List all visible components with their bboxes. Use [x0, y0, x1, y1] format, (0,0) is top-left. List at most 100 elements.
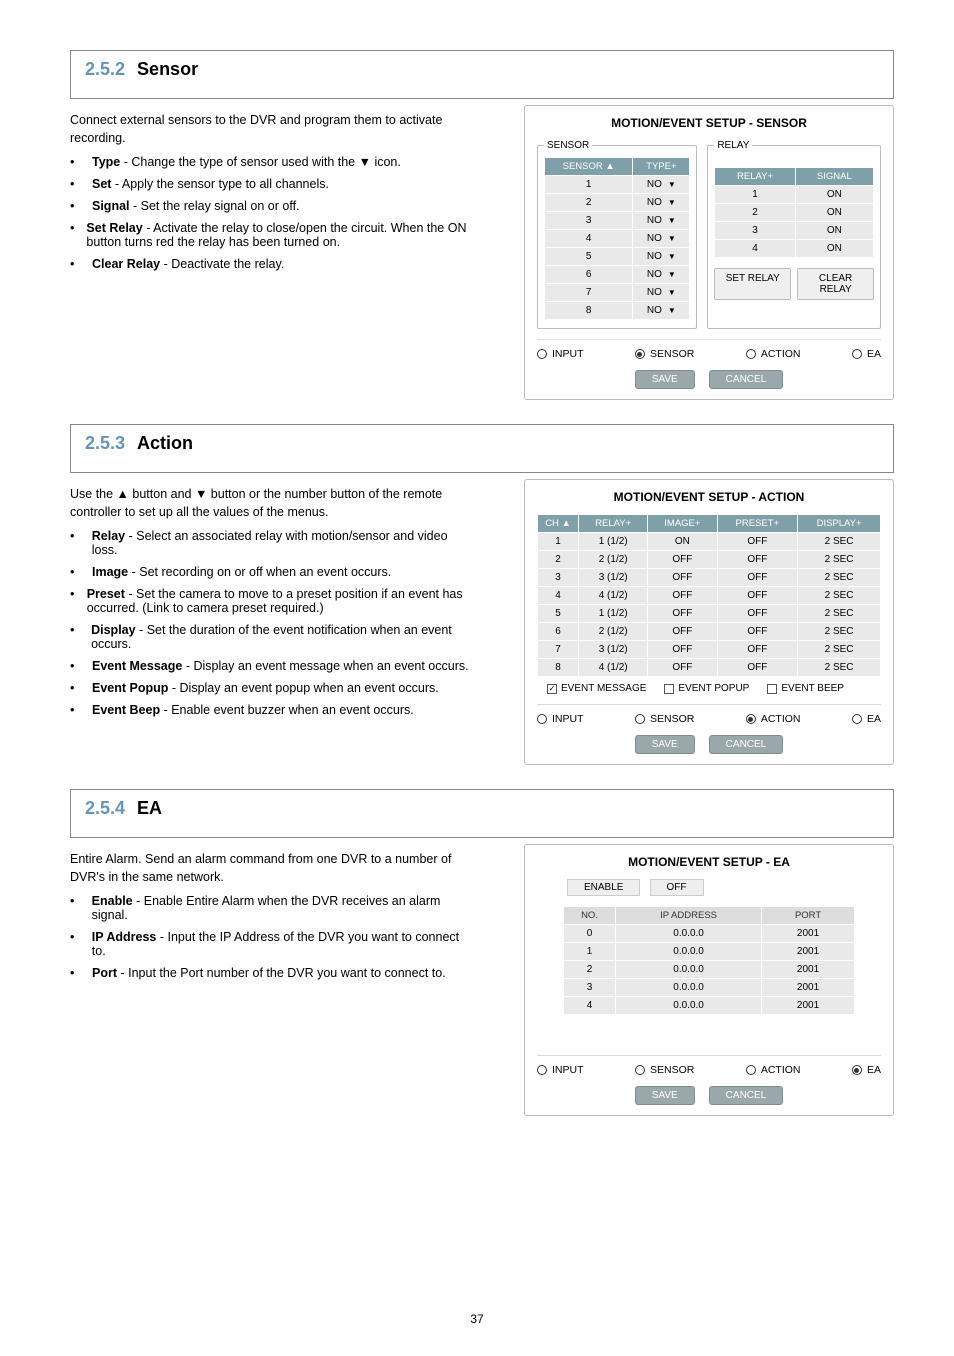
tab-action[interactable]: ACTION — [746, 1064, 801, 1076]
tab-ea[interactable]: EA — [852, 348, 881, 360]
bullet-text: - Input the Port number of the DVR you w… — [120, 966, 445, 980]
set-relay-button[interactable]: SET RELAY — [714, 268, 791, 300]
bullet-text: - Deactivate the relay. — [164, 257, 285, 271]
bullet-text: - Set the relay signal on or off. — [133, 199, 300, 213]
bullet-label: IP Address — [92, 930, 157, 944]
col-image[interactable]: IMAGE+ — [648, 515, 717, 533]
relay-num: 2 — [715, 204, 795, 222]
sensor-type-dropdown[interactable]: NO▼ — [633, 194, 690, 212]
bullet-label: Type — [92, 155, 120, 169]
relay-signal[interactable]: ON — [795, 204, 873, 222]
bullet-label: Enable — [92, 894, 133, 908]
bullet-label: Set — [92, 177, 111, 191]
tab-ea[interactable]: EA — [852, 1064, 881, 1076]
fieldset-relay-legend: RELAY — [714, 140, 752, 151]
dialog-title: MOTION/EVENT SETUP - EA — [537, 855, 881, 869]
section-title: Action — [137, 433, 193, 454]
tab-action[interactable]: ACTION — [746, 348, 801, 360]
relay-num: 3 — [715, 222, 795, 240]
sensor-type-dropdown[interactable]: NO▼ — [633, 284, 690, 302]
sensor-num: 4 — [545, 230, 633, 248]
bullet-label: Set Relay — [86, 221, 142, 235]
clear-relay-button[interactable]: CLEAR RELAY — [797, 268, 874, 300]
col-signal[interactable]: SIGNAL — [795, 168, 873, 186]
tab-input[interactable]: INPUT — [537, 348, 584, 360]
sensor-type-dropdown[interactable]: NO▼ — [633, 302, 690, 320]
chevron-down-icon: ▼ — [668, 180, 676, 189]
col-sensor[interactable]: SENSOR ▲ — [545, 158, 633, 176]
ea-table: NO. IP ADDRESS PORT 00.0.0.02001 10.0.0.… — [563, 906, 855, 1015]
save-button[interactable]: SAVE — [635, 1086, 695, 1105]
section-title: Sensor — [137, 59, 198, 80]
table-row: 44 (1/2)OFFOFF2 SEC — [538, 587, 881, 605]
tab-input[interactable]: INPUT — [537, 713, 584, 725]
bullet-text: - Set the camera to move to a preset pos… — [87, 587, 463, 615]
tab-input[interactable]: INPUT — [537, 1064, 584, 1076]
bullet-label: Relay — [92, 529, 125, 543]
relay-signal[interactable]: ON — [795, 186, 873, 204]
relay-signal[interactable]: ON — [795, 222, 873, 240]
cancel-button[interactable]: CANCEL — [709, 735, 784, 754]
col-relay[interactable]: RELAY+ — [579, 515, 648, 533]
sensor-num: 6 — [545, 266, 633, 284]
col-preset[interactable]: PRESET+ — [717, 515, 798, 533]
tab-sensor[interactable]: SENSOR — [635, 348, 694, 360]
chevron-down-icon: ▼ — [668, 270, 676, 279]
sensor-type-dropdown[interactable]: NO▼ — [633, 230, 690, 248]
section-header-action: 2.5.3 Action — [70, 424, 894, 473]
save-button[interactable]: SAVE — [635, 735, 695, 754]
bullet-text: - Change the type of sensor used with th… — [124, 155, 401, 169]
section-number: 2.5.3 — [85, 433, 125, 454]
sensor-num: 8 — [545, 302, 633, 320]
chevron-down-icon: ▼ — [668, 252, 676, 261]
col-type[interactable]: TYPE+ — [633, 158, 690, 176]
save-button[interactable]: SAVE — [635, 370, 695, 389]
tab-sensor[interactable]: SENSOR — [635, 713, 694, 725]
bullet-text: - Activate the relay to close/open the c… — [86, 221, 466, 249]
relay-signal[interactable]: ON — [795, 240, 873, 258]
tab-ea[interactable]: EA — [852, 713, 881, 725]
bullet-label: Display — [91, 623, 135, 637]
bullet-label: Event Popup — [92, 681, 168, 695]
bullet-label: Signal — [92, 199, 130, 213]
sensor-type-dropdown[interactable]: NO▼ — [633, 248, 690, 266]
sensor-intro: Connect external sensors to the DVR and … — [70, 111, 470, 147]
bullet-label: Port — [92, 966, 117, 980]
bullet-text: - Enable event buzzer when an event occu… — [164, 703, 414, 717]
table-row: 40.0.0.02001 — [563, 997, 854, 1015]
cancel-button[interactable]: CANCEL — [709, 1086, 784, 1105]
table-row: 20.0.0.02001 — [563, 961, 854, 979]
cancel-button[interactable]: CANCEL — [709, 370, 784, 389]
col-port: PORT — [761, 907, 854, 925]
event-popup-checkbox[interactable]: EVENT POPUP — [664, 683, 749, 694]
col-ch[interactable]: CH ▲ — [538, 515, 579, 533]
relay-num: 4 — [715, 240, 795, 258]
screenshot-sensor: MOTION/EVENT SETUP - SENSOR SENSOR SENSO… — [524, 105, 894, 400]
col-display[interactable]: DISPLAY+ — [798, 515, 881, 533]
sensor-table: SENSOR ▲ TYPE+ 1NO▼ 2NO▼ 3NO▼ 4NO▼ 5NO▼ … — [544, 157, 690, 320]
chevron-down-icon: ▼ — [668, 234, 676, 243]
table-row: 73 (1/2)OFFOFF2 SEC — [538, 641, 881, 659]
relay-table: RELAY+ SIGNAL 1ON 2ON 3ON 4ON — [714, 167, 874, 258]
event-beep-checkbox[interactable]: EVENT BEEP — [767, 683, 844, 694]
table-row: 11 (1/2)ONOFF2 SEC — [538, 533, 881, 551]
sensor-num: 5 — [545, 248, 633, 266]
section-title: EA — [137, 798, 162, 819]
bullet-label: Preset — [87, 587, 125, 601]
bullet-text: - Apply the sensor type to all channels. — [115, 177, 329, 191]
tab-sensor[interactable]: SENSOR — [635, 1064, 694, 1076]
tab-action[interactable]: ACTION — [746, 713, 801, 725]
sensor-type-dropdown[interactable]: NO▼ — [633, 212, 690, 230]
table-row: 62 (1/2)OFFOFF2 SEC — [538, 623, 881, 641]
bullet-label: Clear Relay — [92, 257, 160, 271]
section-header-ea: 2.5.4 EA — [70, 789, 894, 838]
action-intro: Use the ▲ button and ▼ button or the num… — [70, 485, 470, 521]
sensor-type-dropdown[interactable]: NO▼ — [633, 266, 690, 284]
col-no: NO. — [563, 907, 615, 925]
chevron-down-icon: ▼ — [668, 288, 676, 297]
table-row: 84 (1/2)OFFOFF2 SEC — [538, 659, 881, 677]
event-message-checkbox[interactable]: ✓EVENT MESSAGE — [547, 683, 646, 694]
col-relay[interactable]: RELAY+ — [715, 168, 795, 186]
enable-value[interactable]: OFF — [650, 879, 704, 896]
sensor-type-dropdown[interactable]: NO▼ — [633, 176, 690, 194]
